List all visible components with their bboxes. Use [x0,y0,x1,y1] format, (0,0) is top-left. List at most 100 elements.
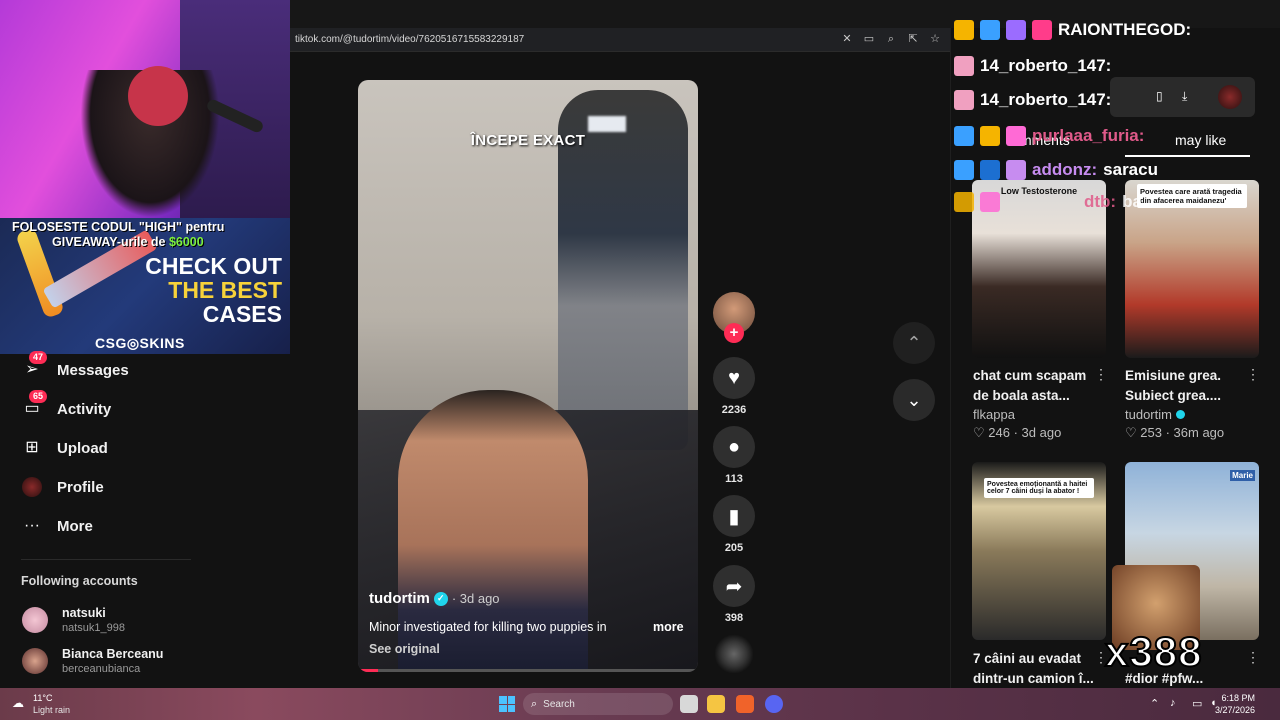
rec-thumb-text: Povestea emoționantă a haitei celor 7 câ… [984,478,1094,498]
plus-square-icon: ⊞ [25,439,39,456]
chat-line: 14_roberto_147: [954,90,1117,110]
sidebar-item-more[interactable]: ··· More [21,514,93,538]
comment-action[interactable]: ● 113 [712,426,756,485]
weather-cloud-icon[interactable]: ☁ [12,696,28,710]
download-icon[interactable]: ⤓ [1182,89,1187,104]
see-original-button[interactable]: See original [369,642,440,656]
brave-browser-icon[interactable] [736,695,754,713]
following-account-bianca[interactable]: Bianca Berceanu berceanubianca [22,647,163,675]
bookmark-icon[interactable]: ▮ [713,495,755,537]
video-player[interactable]: ÎNCEPE EXACT tudortim ✓ · 3d ago Minor i… [358,80,698,672]
chat-line: RAIONTHEGOD: [954,20,1197,40]
zoom-icon[interactable]: ⌕ [884,32,898,46]
bookmark-icon[interactable]: ☆ [928,32,942,46]
avatar[interactable] [1218,85,1242,109]
heart-outline-icon: ♡ [973,425,989,440]
weather-temperature[interactable]: 11°C [33,693,52,703]
activity-badge: 65 [29,390,48,403]
previous-video-button[interactable]: ⌃ [893,322,935,364]
rec-thumb-text: Povestea care arată tragedia din afacere… [1137,184,1247,208]
cast-icon[interactable]: ▭ [862,32,876,46]
clock-date[interactable]: 3/27/2026 [1215,705,1255,715]
url-text[interactable]: tiktok.com/@tudortim/video/7620516715583… [295,34,524,45]
sidebar-item-profile[interactable]: Profile [21,475,104,499]
like-action[interactable]: ♥ 2236 [712,357,756,416]
task-view-icon[interactable] [680,695,698,713]
discord-icon[interactable] [765,695,783,713]
kebab-icon[interactable]: ⋮ [1246,649,1260,666]
mute-icon[interactable]: ✕ [840,32,854,46]
monitor-icon[interactable]: ▭ [1192,697,1202,710]
address-bar[interactable]: tiktok.com/@tudortim/video/7620516715583… [290,28,950,52]
account-name: Bianca Berceanu [62,647,164,661]
mobile-icon[interactable]: ▯ [1156,89,1163,103]
sidebar-item-label: Upload [57,439,108,457]
weather-description[interactable]: Light rain [33,705,70,715]
rec-age: 3d ago [1021,425,1062,440]
rec-age: 36m ago [1173,425,1225,440]
chevron-up-icon[interactable]: ⌃ [1150,697,1159,710]
verified-icon: ✓ [433,591,448,606]
save-action[interactable]: ▮ 205 [712,495,756,554]
taskbar-search[interactable]: ⌕ Search [523,693,673,715]
windows-start-icon[interactable] [499,696,515,712]
sidebar-item-activity[interactable]: ▭ 65 Activity [21,390,112,421]
active-tab-indicator [1125,155,1250,157]
rec-stats: ♡ 246 · 3d ago [973,425,1062,440]
following-account-natsuki[interactable]: natsuki natsuk1_998 [22,606,125,634]
sidebar-item-label: Activity [57,400,112,418]
hammer-badge-icon [954,160,974,180]
address-bar-icons: ✕ ▭ ⌕ ⇱ ☆ [840,32,942,46]
video-author[interactable]: tudortim [369,590,430,607]
streamer-headphones [128,66,188,126]
rec-author[interactable]: flkappa [973,407,1015,422]
follow-plus-icon[interactable]: + [724,323,744,343]
rec-title[interactable]: 7 câini au evadat dintr-un camion î... [973,649,1098,689]
caption-more-button[interactable]: more [653,620,684,634]
file-explorer-icon[interactable] [707,695,725,713]
avatar-icon [21,476,43,498]
hammer-badge-icon [954,126,974,146]
account-text: natsuki natsuk1_998 [62,606,125,634]
chat-line: addonz: saracu [954,160,1158,180]
next-video-button[interactable]: ⌄ [893,379,935,421]
rec-thumbnail[interactable]: Povestea emoționantă a haitei celor 7 câ… [972,462,1106,640]
clock-time[interactable]: 6:18 PM [1221,693,1255,703]
sidebar-item-upload[interactable]: ⊞ Upload [21,436,108,460]
crown-badge-icon [954,20,974,40]
tab-you-may-like[interactable]: may like [1175,132,1226,148]
sub-badge-icon [980,192,1000,212]
ad-giveaway-prefix: GIVEAWAY-urile de [52,235,169,249]
heart-icon[interactable]: ♥ [713,357,755,399]
volume-icon[interactable]: ♪ [1170,697,1176,709]
chat-username: RAIONTHEGOD: [1058,20,1192,39]
sub-badge-icon [1006,126,1026,146]
sidebar-item-messages[interactable]: ➢ 47 Messages [21,351,129,382]
rec-likes: 253 [1140,425,1162,440]
account-text: Bianca Berceanu berceanubianca [62,647,163,675]
chat-username: addonz: [1032,160,1098,179]
rec-author[interactable]: tudortim [1125,407,1172,422]
rec-thumbnail[interactable]: Povestea care arată tragedia din afacere… [1125,180,1259,358]
kebab-icon[interactable]: ⋮ [1094,366,1108,383]
comment-icon[interactable]: ● [713,426,755,468]
rec-title[interactable]: chat cum scapam de boala asta... [973,366,1098,406]
rec-title[interactable]: Emisiune grea. Subiect grea.... [1125,366,1250,406]
chat-line: 14_roberto_147: [954,56,1117,76]
sound-disc-icon[interactable] [714,634,754,674]
avatar [22,648,48,674]
player-mini-controls: ▯ ⤓ [1110,77,1255,117]
kebab-icon[interactable]: ⋮ [1246,366,1260,383]
ad-headline-1: CHECK OUT [145,253,282,279]
video-progress-bar[interactable] [358,669,698,672]
chat-line: dtb: ba [954,192,1142,212]
video-caption: Minor investigated for killing two puppi… [369,620,607,634]
rec-likes: 246 [988,425,1010,440]
share-icon[interactable]: ➦ [713,565,755,607]
streamer-webcam [0,0,290,218]
share-icon[interactable]: ⇱ [906,32,920,46]
share-action[interactable]: ➦ 398 [712,565,756,624]
video-age: · 3d ago [451,591,500,606]
account-name: natsuki [62,606,106,620]
chat-username: dtb: [1084,192,1117,211]
